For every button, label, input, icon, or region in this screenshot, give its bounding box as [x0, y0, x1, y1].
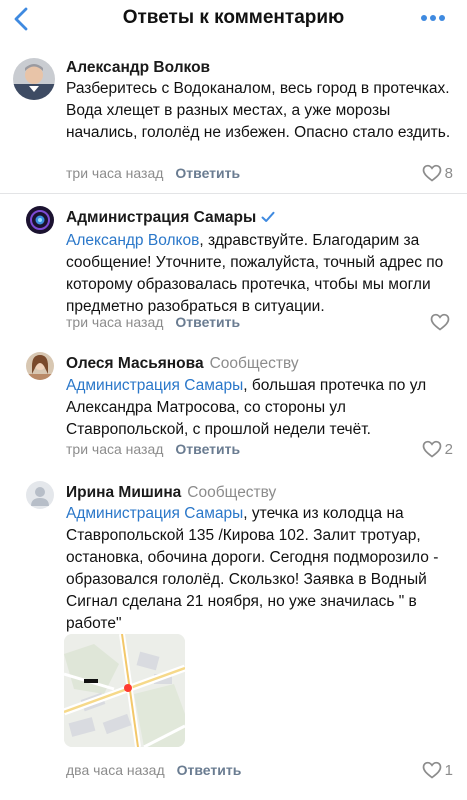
- top-bar: Ответы к комментарию: [0, 0, 467, 38]
- comment-meta: два часа назад Ответить: [66, 762, 241, 778]
- comment-text: Разберитесь с Водоканалом, весь город в …: [66, 78, 453, 144]
- reply-button[interactable]: Ответить: [175, 314, 240, 330]
- divider: [0, 193, 467, 194]
- avatar[interactable]: [26, 352, 54, 380]
- author-name: Олеся Масьянова: [66, 355, 204, 372]
- user-photo-icon: [13, 58, 55, 100]
- mention-link[interactable]: Александр Волков: [66, 232, 199, 249]
- avatar[interactable]: [26, 481, 54, 509]
- comment-meta: три часа назад Ответить: [66, 314, 240, 330]
- mention-link[interactable]: Администрация Самары: [66, 377, 243, 394]
- reply-button[interactable]: Ответить: [177, 762, 242, 778]
- comment-text: Администрация Самары, утечка из колодца …: [66, 503, 453, 635]
- user-photo-icon: [26, 352, 54, 380]
- like-button[interactable]: 2: [422, 440, 453, 458]
- reply-target-tag: Сообществу: [187, 484, 277, 501]
- map-thumbnail-icon: [64, 634, 185, 747]
- heart-icon: [430, 313, 450, 331]
- reply-button[interactable]: Ответить: [175, 441, 240, 457]
- comment-author[interactable]: Олеся Масьянова Сообществу: [66, 355, 299, 373]
- reply-button[interactable]: Ответить: [175, 165, 240, 181]
- comment-item: Олеся Масьянова Сообществу Администрация …: [0, 352, 467, 462]
- reply-target-tag: Сообществу: [209, 355, 299, 372]
- heart-icon: [422, 164, 442, 182]
- more-horizontal-icon[interactable]: [420, 10, 446, 26]
- map-attachment[interactable]: [64, 634, 185, 747]
- like-count: 2: [444, 440, 453, 458]
- comment-body: , утечка из колодца на Ставропольской 13…: [66, 505, 439, 632]
- like-button[interactable]: 8: [422, 164, 453, 182]
- like-button[interactable]: [430, 313, 453, 331]
- verified-check-icon: [261, 211, 275, 222]
- comment-item: Александр Волков Разберитесь с Водоканал…: [0, 56, 467, 192]
- avatar[interactable]: [26, 206, 54, 234]
- comment-time: три часа назад: [66, 441, 164, 457]
- comment-body: Разберитесь с Водоканалом, весь город в …: [66, 80, 451, 141]
- comment-text: Александр Волков, здравствуйте. Благодар…: [66, 230, 453, 318]
- like-count: 1: [444, 761, 453, 779]
- comment-time: два часа назад: [66, 762, 165, 778]
- avatar[interactable]: [13, 58, 55, 100]
- community-logo-icon: [26, 206, 54, 234]
- like-button[interactable]: 1: [422, 761, 453, 779]
- comment-author[interactable]: Администрация Самары: [66, 209, 275, 227]
- page-title: Ответы к комментарию: [122, 7, 345, 28]
- comment-meta: три часа назад Ответить: [66, 165, 240, 181]
- comment-author[interactable]: Александр Волков: [66, 59, 210, 77]
- comment-meta: три часа назад Ответить: [66, 441, 240, 457]
- comment-author[interactable]: Ирина Мишина Сообществу: [66, 484, 276, 502]
- default-avatar-icon: [26, 481, 54, 509]
- comment-time: три часа назад: [66, 165, 164, 181]
- comment-time: три часа назад: [66, 314, 164, 330]
- comment-text: Администрация Самары, большая протечка п…: [66, 375, 453, 441]
- mention-link[interactable]: Администрация Самары: [66, 505, 243, 522]
- author-name: Ирина Мишина: [66, 484, 182, 501]
- heart-icon: [422, 440, 442, 458]
- like-count: 8: [444, 164, 453, 182]
- heart-icon: [422, 761, 442, 779]
- comment-item: Администрация Самары Александр Волков, з…: [0, 204, 467, 336]
- author-name: Администрация Самары: [66, 209, 257, 226]
